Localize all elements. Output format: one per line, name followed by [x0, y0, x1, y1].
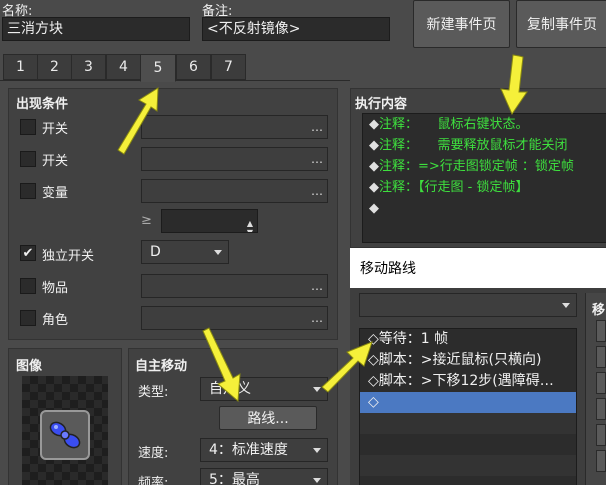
actor-checkbox[interactable] [20, 310, 36, 326]
chevron-down-icon [562, 303, 570, 308]
variable-dots: … [311, 184, 323, 198]
route-row-empty [360, 455, 576, 476]
route-row-empty [360, 434, 576, 455]
variable-label: 变量 [42, 186, 69, 201]
item-label: 物品 [42, 281, 69, 296]
note-input[interactable]: <不反射镜像> [202, 17, 390, 41]
route-command-button[interactable] [596, 398, 606, 420]
command-diamond-icon: ◆ [369, 180, 379, 195]
image-preview[interactable] [22, 376, 108, 485]
command-diamond-icon: ◆ [369, 159, 379, 174]
command-diamond-icon: ◆ [369, 117, 379, 132]
route-button[interactable]: 路线... [219, 406, 317, 430]
command-line[interactable]: ◆ [363, 198, 606, 219]
blue-bow-sprite-icon [40, 410, 90, 460]
item-checkbox[interactable] [20, 278, 36, 294]
speed-label: 速度: [138, 446, 169, 461]
execution-title: 执行内容 [355, 97, 408, 112]
switch1-checkbox[interactable] [20, 119, 36, 135]
image-title: 图像 [16, 359, 43, 374]
tab-page-4[interactable]: 4 [106, 54, 141, 80]
chevron-down-icon [313, 387, 321, 392]
command-line[interactable]: ◆注释： 需要释放鼠标才能关闭 [363, 135, 606, 156]
speed-value: 4：标准速度 [209, 442, 288, 458]
switch1-selector[interactable]: … [141, 115, 328, 139]
self-switch-value: D [150, 244, 161, 260]
actor-selector[interactable]: … [141, 306, 328, 330]
tab-page-7[interactable]: 7 [211, 54, 246, 80]
tab-page-6[interactable]: 6 [176, 54, 211, 80]
route-row[interactable]: ◇脚本：>下移12步(遇障碍… [360, 371, 576, 392]
switch1-dots: … [311, 120, 323, 134]
tab-page-3[interactable]: 3 [71, 54, 106, 80]
autonomous-title: 自主移动 [135, 359, 188, 374]
command-diamond-icon: ◆ [369, 138, 379, 153]
route-command-button[interactable] [596, 424, 606, 446]
switch1-label: 开关 [42, 122, 69, 137]
chevron-down-icon [313, 478, 321, 483]
new-event-page-button[interactable]: 新建事件页 [413, 0, 510, 48]
command-line[interactable]: ◆注释：【行走图 - 锁定帧】 [363, 177, 606, 198]
switch2-checkbox[interactable] [20, 151, 36, 167]
switch2-label: 开关 [42, 154, 69, 169]
stepper-down-icon[interactable]: ▼ [247, 222, 253, 232]
copy-event-page-button[interactable]: 复制事件页 [516, 0, 606, 48]
variable-value-stepper[interactable]: ▲ ▼ [161, 209, 258, 233]
command-line[interactable]: ◆注释：=>行走图锁定帧 ：锁定帧 [363, 156, 606, 177]
frequency-label: 频率: [138, 476, 169, 485]
route-command-button[interactable] [596, 320, 606, 342]
move-type-label: 类型: [138, 385, 169, 400]
name-input[interactable]: 三消方块 [2, 17, 190, 41]
move-type-value: 自定义 [209, 381, 251, 397]
chevron-down-icon [313, 448, 321, 453]
move-type-dropdown[interactable]: 自定义 [200, 377, 328, 401]
actor-dots: … [311, 311, 323, 325]
tab-page-1[interactable]: 1 [3, 54, 38, 80]
actor-label: 角色 [42, 313, 69, 328]
checkmark-icon: ✔ [22, 245, 34, 261]
speed-dropdown[interactable]: 4：标准速度 [200, 438, 328, 462]
route-command-button[interactable] [596, 346, 606, 368]
self-switch-label: 独立开关 [42, 249, 95, 264]
command-line[interactable]: ◆注释： 鼠标右键状态。 [363, 114, 606, 135]
switch2-selector[interactable]: … [141, 147, 328, 171]
route-command-list[interactable]: ◇等待：1 帧 ◇脚本：>接近鼠标(只横向) ◇脚本：>下移12步(遇障碍… ◇ [359, 328, 577, 485]
route-row-selected[interactable]: ◇ [360, 392, 576, 413]
chevron-down-icon [214, 250, 222, 255]
ge-symbol: ≥ [141, 213, 152, 228]
tab-page-2[interactable]: 2 [37, 54, 72, 80]
item-dots: … [311, 279, 323, 293]
switch2-dots: … [311, 152, 323, 166]
execution-command-list[interactable]: ◆注释： 鼠标右键状态。 ◆注释： 需要释放鼠标才能关闭 ◆注释：=>行走图锁定… [362, 113, 606, 243]
self-switch-dropdown[interactable]: D [141, 240, 229, 264]
route-row-empty [360, 413, 576, 434]
route-target-dropdown[interactable] [359, 293, 577, 317]
move-route-title: 移动路线 [360, 261, 416, 277]
variable-checkbox[interactable] [20, 183, 36, 199]
route-commands-header: 移 [592, 303, 606, 318]
tab-page-5[interactable]: 5 [140, 54, 176, 82]
route-row[interactable]: ◇脚本：>接近鼠标(只横向) [360, 350, 576, 371]
self-switch-checkbox[interactable]: ✔ [20, 245, 36, 261]
route-command-button[interactable] [596, 450, 606, 472]
item-selector[interactable]: … [141, 274, 328, 298]
route-command-button[interactable] [596, 372, 606, 394]
command-diamond-icon: ◆ [369, 201, 379, 216]
frequency-value: 5：最高 [209, 472, 260, 485]
frequency-dropdown[interactable]: 5：最高 [200, 468, 328, 485]
variable-selector[interactable]: … [141, 179, 328, 203]
conditions-title: 出现条件 [16, 97, 69, 112]
route-row[interactable]: ◇等待：1 帧 [360, 329, 576, 350]
